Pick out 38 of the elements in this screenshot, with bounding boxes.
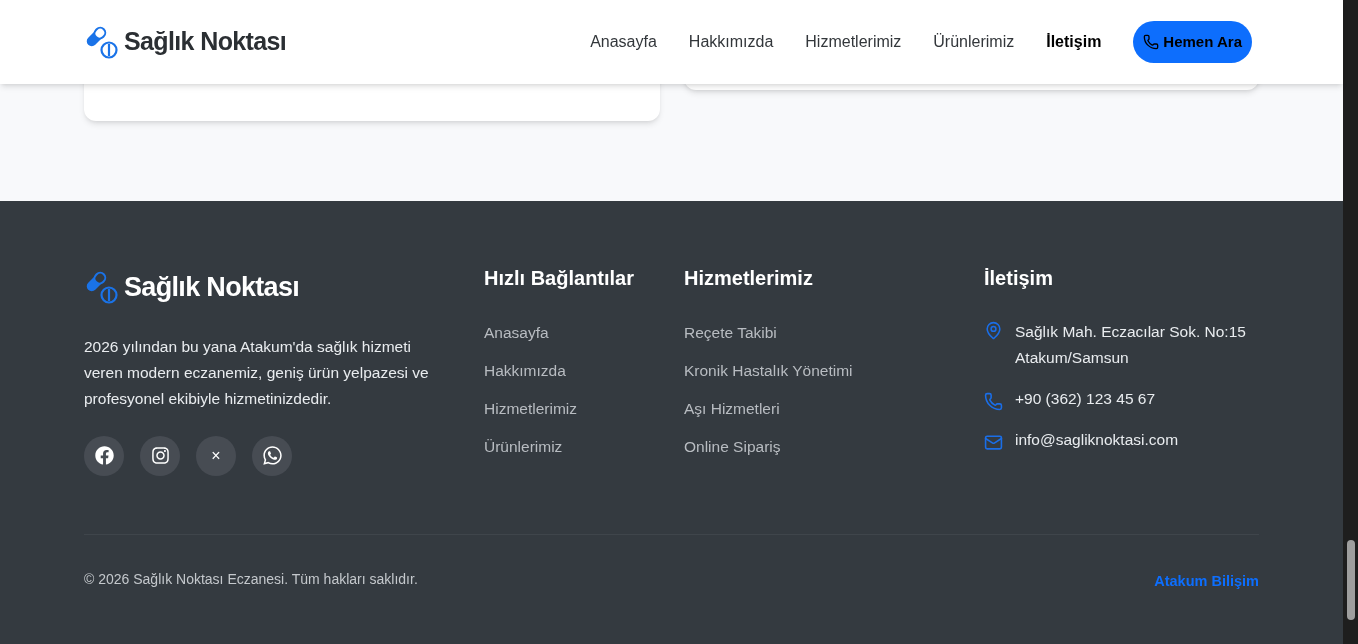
facebook-icon	[94, 446, 114, 465]
instagram-icon	[150, 446, 170, 465]
contact-text: info@sagliknoktasi.com	[1015, 430, 1179, 450]
column-heading: Hizmetlerimiz	[684, 266, 814, 291]
pill-logo-icon	[84, 270, 118, 305]
footer-link[interactable]: Reçete Takibi	[684, 321, 984, 344]
nav-link[interactable]: İletişim	[1046, 30, 1102, 54]
pill-logo-icon	[84, 25, 118, 59]
whatsapp-button[interactable]	[252, 435, 292, 476]
x-button[interactable]: ×	[196, 435, 236, 476]
copyright-text: © 2026 Sağlık Noktası Eczanesi. Tüm hakları saklıdır.	[84, 569, 418, 589]
instagram-button[interactable]	[140, 435, 180, 476]
footer-link[interactable]: Aşı Hizmetleri	[684, 397, 984, 420]
footer-link[interactable]: Ürünlerimiz	[484, 435, 684, 458]
contact-text: +90 (362) 123 45 67	[1015, 389, 1156, 409]
footer-link[interactable]: Kronik Hastalık Yönetimi	[684, 359, 984, 382]
column-heading: İletişim	[984, 266, 1054, 291]
facebook-button[interactable]	[84, 435, 124, 476]
nav-link[interactable]: Hakkımızda	[688, 30, 774, 54]
footer-link[interactable]: Online Sipariş	[684, 435, 984, 458]
call-button[interactable]: Hemen Ara	[1133, 21, 1252, 63]
about-text: 2026 yılından bu yana Atakum'da sağlık hizmeti veren modern eczanemiz, geniş ürün yelpazesi ve profesyonel ekibiyle hizmetinizdedir.	[84, 336, 430, 409]
map-pin-icon	[984, 321, 1003, 340]
contact-text: Sağlık Mah. Eczacılar Sok. No:15	[1015, 322, 1246, 342]
footer-brand-name: Sağlık Noktası	[124, 271, 300, 304]
whatsapp-icon	[261, 445, 283, 466]
mail-icon	[984, 433, 1003, 452]
phone-icon	[984, 392, 1003, 411]
footer-link[interactable]: Hizmetlerimiz	[484, 397, 684, 420]
footer-link[interactable]: Anasayfa	[484, 321, 684, 344]
nav-link[interactable]: Ürünlerimiz	[933, 30, 1015, 54]
phone-icon	[1143, 34, 1160, 50]
brand-name: Sağlık Noktası	[124, 26, 287, 58]
column-heading: Hızlı Bağlantılar	[484, 266, 636, 291]
nav-link[interactable]: Anasayfa	[590, 30, 657, 54]
contact-text: Atakum/Samsun	[1015, 348, 1130, 368]
nav-link[interactable]: Hizmetlerimiz	[805, 30, 902, 54]
footer-link[interactable]: Hakkımızda	[484, 359, 684, 382]
